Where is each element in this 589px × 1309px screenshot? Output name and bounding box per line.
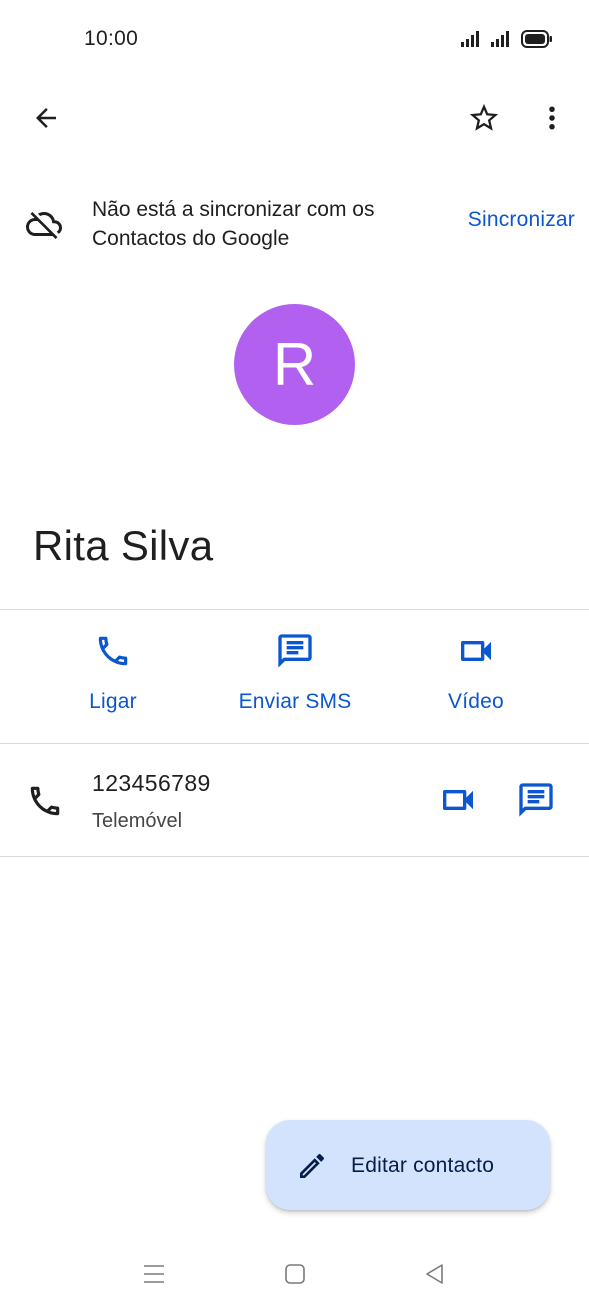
avatar: R: [234, 304, 355, 425]
pencil-icon: [300, 1153, 325, 1178]
status-bar: 10:00: [0, 0, 589, 80]
video-icon: [461, 641, 491, 661]
sync-button[interactable]: Sincronizar: [468, 208, 575, 232]
more-vert-icon: [549, 106, 555, 130]
phone-number: 123456789: [92, 770, 211, 796]
sms-action-label: Enviar SMS: [238, 690, 352, 713]
phone-video-call-button[interactable]: [434, 776, 482, 824]
message-icon: [519, 783, 553, 817]
cloud-off-icon: [26, 212, 62, 239]
contact-name: Rita Silva: [33, 522, 214, 569]
status-time: 10:00: [84, 27, 139, 50]
signal-1-icon: [461, 31, 479, 47]
phone-icon: [30, 786, 60, 816]
message-icon: [278, 634, 312, 668]
sms-action-button[interactable]: Enviar SMS: [205, 630, 385, 730]
divider: [0, 743, 589, 744]
phone-sms-button[interactable]: [512, 776, 560, 824]
call-action-button[interactable]: Ligar: [23, 630, 203, 730]
back-nav-icon[interactable]: [423, 1262, 447, 1286]
favorite-button[interactable]: [460, 94, 508, 142]
top-app-bar: [0, 90, 589, 146]
edit-contact-button[interactable]: Editar contacto: [266, 1120, 550, 1210]
sync-message: Não está a sincronizar com os Contactos …: [92, 198, 375, 250]
back-button[interactable]: [22, 94, 70, 142]
phone-icon: [98, 636, 128, 666]
battery-icon: [521, 30, 552, 48]
phone-number-row[interactable]: 123456789 Telemóvel: [0, 760, 589, 850]
divider: [0, 856, 589, 857]
system-nav-bar: [0, 1250, 589, 1298]
status-icons: [461, 28, 553, 50]
divider: [0, 609, 589, 610]
signal-2-icon: [491, 31, 509, 47]
call-action-label: Ligar: [89, 690, 137, 713]
phone-type-label: Telemóvel: [92, 810, 183, 832]
more-options-button[interactable]: [528, 94, 576, 142]
edit-contact-label: Editar contacto: [351, 1154, 495, 1177]
menu-icon[interactable]: [142, 1262, 166, 1286]
video-icon: [443, 790, 473, 810]
arrow-back-icon: [36, 108, 56, 128]
video-action-button[interactable]: Vídeo: [386, 630, 566, 730]
contact-details-screen: 10:00 Não está a sincronizar com os Cont…: [0, 0, 589, 1309]
video-action-label: Vídeo: [448, 690, 504, 713]
sync-banner: Não está a sincronizar com os Contactos …: [0, 190, 589, 260]
home-icon[interactable]: [283, 1262, 307, 1286]
star-outline-icon: [469, 103, 499, 131]
